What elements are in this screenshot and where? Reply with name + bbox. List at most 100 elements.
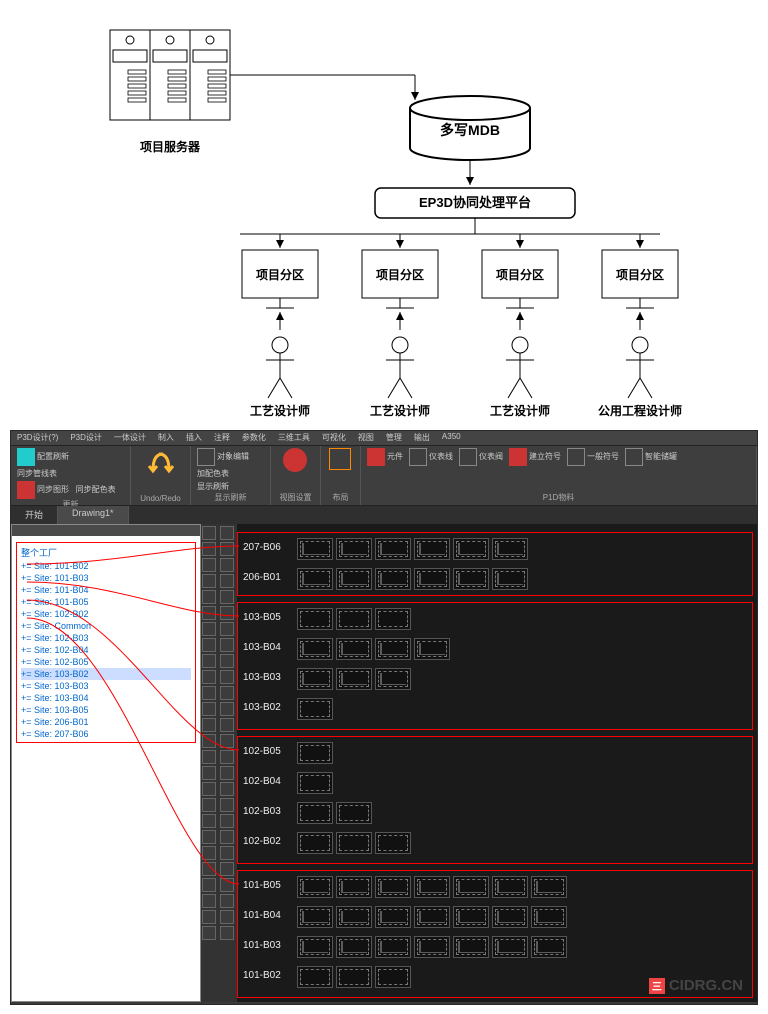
tool-button[interactable]	[202, 830, 216, 844]
tool-button[interactable]	[202, 782, 216, 796]
drawing-thumbnail[interactable]	[297, 772, 333, 794]
ribbon-tab[interactable]: 可视化	[316, 431, 352, 445]
drawing-thumbnail[interactable]	[414, 906, 450, 928]
ribbon-btn[interactable]: 显示刷新	[197, 481, 264, 492]
drawing-thumbnail[interactable]	[531, 936, 567, 958]
drawing-thumbnail[interactable]	[336, 936, 372, 958]
drawing-thumbnail[interactable]	[297, 698, 333, 720]
tool-button[interactable]	[202, 798, 216, 812]
tool-button[interactable]	[220, 606, 234, 620]
drawing-thumbnail[interactable]	[414, 936, 450, 958]
ribbon-tab[interactable]: 管理	[380, 431, 408, 445]
ribbon-tab[interactable]: 制入	[152, 431, 180, 445]
drawing-thumbnail[interactable]	[297, 742, 333, 764]
site-item[interactable]: += Site: 103-B04	[21, 692, 191, 704]
drawing-thumbnail[interactable]	[492, 568, 528, 590]
drawing-thumbnail[interactable]	[297, 906, 333, 928]
drawing-thumbnail[interactable]	[414, 568, 450, 590]
drawing-thumbnail[interactable]	[297, 966, 333, 988]
drawing-thumbnail[interactable]	[336, 538, 372, 560]
ribbon-tab[interactable]: 一体设计	[108, 431, 152, 445]
ribbon-btn[interactable]: 对象编辑	[197, 448, 264, 466]
drawing-thumbnail[interactable]	[297, 538, 333, 560]
drawing-thumbnail[interactable]	[375, 538, 411, 560]
drawing-thumbnail[interactable]	[297, 832, 333, 854]
tool-button[interactable]	[220, 814, 234, 828]
tool-button[interactable]	[202, 862, 216, 876]
drawing-thumbnail[interactable]	[375, 568, 411, 590]
site-item[interactable]: += Site: 207-B06	[21, 728, 191, 740]
ribbon-btn[interactable]: 智能储罐	[625, 448, 677, 466]
tool-button[interactable]	[220, 894, 234, 908]
tool-button[interactable]	[220, 718, 234, 732]
drawing-thumbnail[interactable]	[375, 966, 411, 988]
ribbon-tab[interactable]: A350	[436, 431, 467, 445]
ribbon-tab[interactable]: 视图	[352, 431, 380, 445]
tool-button[interactable]	[220, 654, 234, 668]
drawing-thumbnail[interactable]	[336, 638, 372, 660]
tool-button[interactable]	[220, 638, 234, 652]
drawing-thumbnail[interactable]	[531, 876, 567, 898]
tool-button[interactable]	[220, 798, 234, 812]
site-item[interactable]: += Site: 103-B02	[21, 668, 191, 680]
drawing-thumbnail[interactable]	[375, 906, 411, 928]
drawing-thumbnail[interactable]	[453, 876, 489, 898]
drawing-thumbnail[interactable]	[336, 832, 372, 854]
doc-tab[interactable]: 开始	[11, 506, 58, 524]
tool-button[interactable]	[202, 910, 216, 924]
site-item[interactable]: += Site: 101-B05	[21, 596, 191, 608]
ribbon-tab[interactable]: 参数化	[236, 431, 272, 445]
drawing-thumbnail[interactable]	[375, 832, 411, 854]
site-item[interactable]: += Site: 102-B03	[21, 632, 191, 644]
drawing-thumbnail[interactable]	[492, 936, 528, 958]
tool-button[interactable]	[220, 702, 234, 716]
drawing-thumbnail[interactable]	[297, 936, 333, 958]
tool-button[interactable]	[202, 702, 216, 716]
tool-button[interactable]	[202, 622, 216, 636]
tool-button[interactable]	[220, 782, 234, 796]
ribbon-tab[interactable]: 插入	[180, 431, 208, 445]
ribbon-tab[interactable]: P3D设计(?)	[11, 431, 64, 445]
site-item[interactable]: += Site: Common	[21, 620, 191, 632]
doc-tab[interactable]: Drawing1*	[58, 506, 129, 524]
drawing-thumbnail[interactable]	[531, 906, 567, 928]
drawing-thumbnail[interactable]	[453, 906, 489, 928]
drawing-thumbnail[interactable]	[414, 876, 450, 898]
drawing-thumbnail[interactable]	[336, 668, 372, 690]
tool-button[interactable]	[220, 542, 234, 556]
drawing-thumbnail[interactable]	[297, 802, 333, 824]
tool-button[interactable]	[202, 750, 216, 764]
tool-button[interactable]	[220, 622, 234, 636]
drawing-thumbnail[interactable]	[297, 568, 333, 590]
drawing-thumbnail[interactable]	[297, 608, 333, 630]
tool-button[interactable]	[220, 558, 234, 572]
tool-button[interactable]	[202, 670, 216, 684]
tool-button[interactable]	[220, 734, 234, 748]
ribbon-tab[interactable]: P3D设计	[64, 431, 108, 445]
tool-button[interactable]	[202, 558, 216, 572]
ribbon-btn[interactable]: 仪表阀	[459, 448, 503, 466]
ribbon-btn[interactable]: 一般符号	[567, 448, 619, 466]
drawing-thumbnail[interactable]	[492, 906, 528, 928]
drawing-thumbnail[interactable]	[375, 608, 411, 630]
ribbon-tab[interactable]: 三维工具	[272, 431, 316, 445]
tool-button[interactable]	[220, 910, 234, 924]
site-item[interactable]: += Site: 101-B02	[21, 560, 191, 572]
tool-button[interactable]	[202, 734, 216, 748]
tool-button[interactable]	[220, 574, 234, 588]
site-item[interactable]: += Site: 101-B04	[21, 584, 191, 596]
tool-button[interactable]	[202, 878, 216, 892]
drawing-thumbnail[interactable]	[453, 568, 489, 590]
tool-button[interactable]	[202, 654, 216, 668]
tool-button[interactable]	[220, 862, 234, 876]
site-list[interactable]: 整个工厂+= Site: 101-B02+= Site: 101-B03+= S…	[16, 542, 196, 743]
ribbon-btn[interactable]: 仪表线	[409, 448, 453, 466]
drawing-thumbnail[interactable]	[336, 568, 372, 590]
site-item[interactable]: += Site: 101-B03	[21, 572, 191, 584]
tool-button[interactable]	[202, 926, 216, 940]
site-item[interactable]: += Site: 103-B05	[21, 704, 191, 716]
tool-button[interactable]	[202, 526, 216, 540]
drawing-canvas[interactable]: 207-B06206-B01103-B05103-B04103-B03103-B…	[237, 524, 757, 1002]
ribbon-tab[interactable]: 输出	[408, 431, 436, 445]
site-item[interactable]: += Site: 102-B05	[21, 656, 191, 668]
